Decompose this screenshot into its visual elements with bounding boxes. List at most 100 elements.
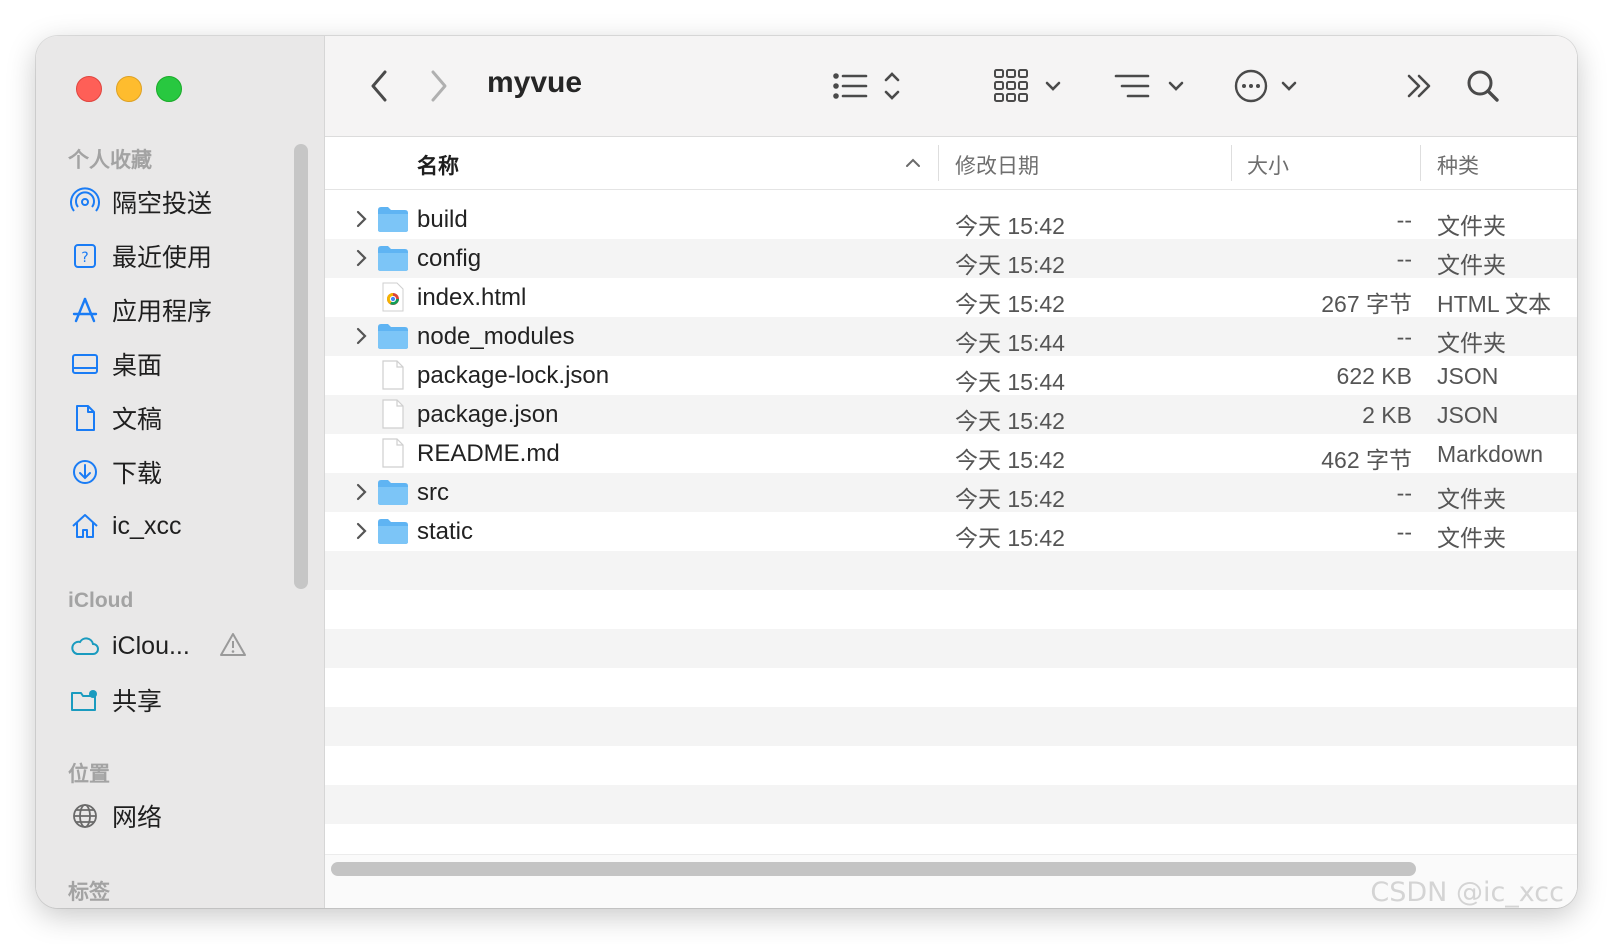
sidebar-section-locations: 位置 [68, 763, 110, 786]
sidebar-item-network[interactable]: 网络 [68, 796, 288, 836]
search-button[interactable] [1463, 66, 1503, 111]
sidebar-item-label: 隔空投送 [112, 190, 213, 218]
file-kind: 文件夹 [1437, 213, 1506, 239]
file-date: 今天 15:44 [955, 369, 1065, 395]
column-divider[interactable] [1231, 145, 1232, 181]
file-name: package.json [417, 401, 559, 428]
empty-row [325, 629, 1577, 668]
sidebar-item-shared[interactable]: 共享 [68, 680, 288, 720]
search-icon [1463, 66, 1503, 111]
toolbar-overflow-button[interactable] [1403, 68, 1437, 109]
sidebar-item-label: 下载 [112, 460, 163, 488]
file-kind: JSON [1437, 363, 1499, 389]
view-options-button[interactable] [830, 68, 910, 109]
watermark: CSDN @ic_xcc [1370, 877, 1564, 908]
back-button[interactable] [365, 66, 393, 111]
sidebar-item-label: 文稿 [112, 406, 163, 434]
empty-row [325, 551, 1577, 590]
sidebar-item-label: 桌面 [112, 352, 163, 380]
file-name: build [417, 206, 468, 233]
file-name: node_modules [417, 323, 575, 350]
sidebar-item-recents[interactable]: ? 最近使用 [68, 236, 288, 276]
sidebar-scrollbar[interactable] [294, 144, 308, 589]
sidebar-item-label: ic_xcc [112, 511, 182, 540]
document-icon [377, 399, 409, 434]
sort-ascending-icon[interactable] [903, 153, 923, 178]
finder-window: 个人收藏 隔空投送 ? 最近使用 应用程序 桌面 文稿 下载 ic_xcc iC… [36, 36, 1577, 908]
folder-icon [377, 321, 409, 356]
icloud-icon [68, 629, 102, 663]
sidebar-item-label: iClou... [112, 631, 190, 660]
file-row[interactable]: src 今天 15:42 -- 文件夹 [325, 473, 1577, 512]
file-size: -- [1396, 207, 1412, 233]
chevron-left-icon [365, 66, 393, 111]
file-size: 462 字节 [1321, 447, 1412, 473]
recents-icon: ? [68, 239, 102, 273]
file-date: 今天 15:44 [955, 330, 1065, 356]
window-title: myvue [487, 66, 583, 99]
applications-icon [68, 293, 102, 327]
disclosure-chevron-icon[interactable] [355, 482, 369, 507]
network-icon [68, 799, 102, 833]
sidebar-item-icloud-drive[interactable]: iClou... [68, 626, 288, 666]
sidebar-item-documents[interactable]: 文稿 [68, 398, 288, 438]
disclosure-chevron-icon[interactable] [355, 209, 369, 234]
column-divider[interactable] [1420, 145, 1421, 181]
document-icon [377, 438, 409, 473]
ellipsis-circle-icon [1233, 66, 1305, 111]
file-date: 今天 15:42 [955, 408, 1065, 434]
file-size: 267 字节 [1321, 291, 1412, 317]
file-row[interactable]: package-lock.json 今天 15:44 622 KB JSON [325, 356, 1577, 395]
shared-folder-icon [68, 683, 102, 717]
sidebar-item-airdrop[interactable]: 隔空投送 [68, 182, 288, 222]
close-button[interactable] [76, 76, 102, 102]
sidebar-item-downloads[interactable]: 下载 [68, 452, 288, 492]
empty-row [325, 707, 1577, 746]
file-name: README.md [417, 440, 560, 467]
downloads-icon [68, 455, 102, 489]
sort-button[interactable] [1112, 66, 1188, 111]
file-name: index.html [417, 284, 527, 311]
file-kind: Markdown [1437, 441, 1544, 467]
disclosure-chevron-icon[interactable] [355, 326, 369, 351]
file-kind: JSON [1437, 402, 1499, 428]
disclosure-chevron-icon[interactable] [355, 248, 369, 273]
empty-row [325, 668, 1577, 707]
sidebar-item-home[interactable]: ic_xcc [68, 506, 288, 546]
column-name-header[interactable]: 名称 [417, 150, 459, 180]
html-file-icon [377, 282, 409, 317]
file-kind: 文件夹 [1437, 525, 1506, 551]
forward-button[interactable] [425, 66, 453, 111]
svg-text:?: ? [81, 250, 88, 266]
minimize-button[interactable] [116, 76, 142, 102]
file-row[interactable]: build 今天 15:42 -- 文件夹 [325, 200, 1577, 239]
disclosure-chevron-icon[interactable] [355, 521, 369, 546]
sidebar-item-desktop[interactable]: 桌面 [68, 344, 288, 384]
zoom-button[interactable] [156, 76, 182, 102]
column-divider[interactable] [938, 145, 939, 181]
sort-lines-icon [1112, 66, 1188, 111]
file-date: 今天 15:42 [955, 525, 1065, 551]
sidebar: 个人收藏 隔空投送 ? 最近使用 应用程序 桌面 文稿 下载 ic_xcc iC… [36, 36, 325, 908]
file-date: 今天 15:42 [955, 213, 1065, 239]
sidebar-item-applications[interactable]: 应用程序 [68, 290, 288, 330]
file-name: package-lock.json [417, 362, 610, 389]
column-size-header[interactable]: 大小 [1247, 150, 1289, 180]
file-list: build 今天 15:42 -- 文件夹 config 今天 15:42 --… [325, 200, 1577, 824]
double-chevron-icon [1403, 68, 1437, 109]
file-row[interactable]: package.json 今天 15:42 2 KB JSON [325, 395, 1577, 434]
file-row[interactable]: node_modules 今天 15:44 -- 文件夹 [325, 317, 1577, 356]
file-row[interactable]: static 今天 15:42 -- 文件夹 [325, 512, 1577, 551]
horizontal-scrollbar[interactable] [331, 862, 1416, 876]
file-kind: 文件夹 [1437, 330, 1506, 356]
column-kind-header[interactable]: 种类 [1437, 150, 1479, 180]
file-row[interactable]: README.md 今天 15:42 462 字节 Markdown [325, 434, 1577, 473]
file-row[interactable]: index.html 今天 15:42 267 字节 HTML 文本 [325, 278, 1577, 317]
group-button[interactable] [993, 66, 1067, 111]
column-date-header[interactable]: 修改日期 [955, 150, 1039, 180]
desktop-icon [68, 347, 102, 381]
toolbar: myvue [325, 36, 1577, 137]
more-actions-button[interactable] [1233, 66, 1305, 111]
file-row[interactable]: config 今天 15:42 -- 文件夹 [325, 239, 1577, 278]
warning-icon[interactable] [218, 630, 248, 665]
